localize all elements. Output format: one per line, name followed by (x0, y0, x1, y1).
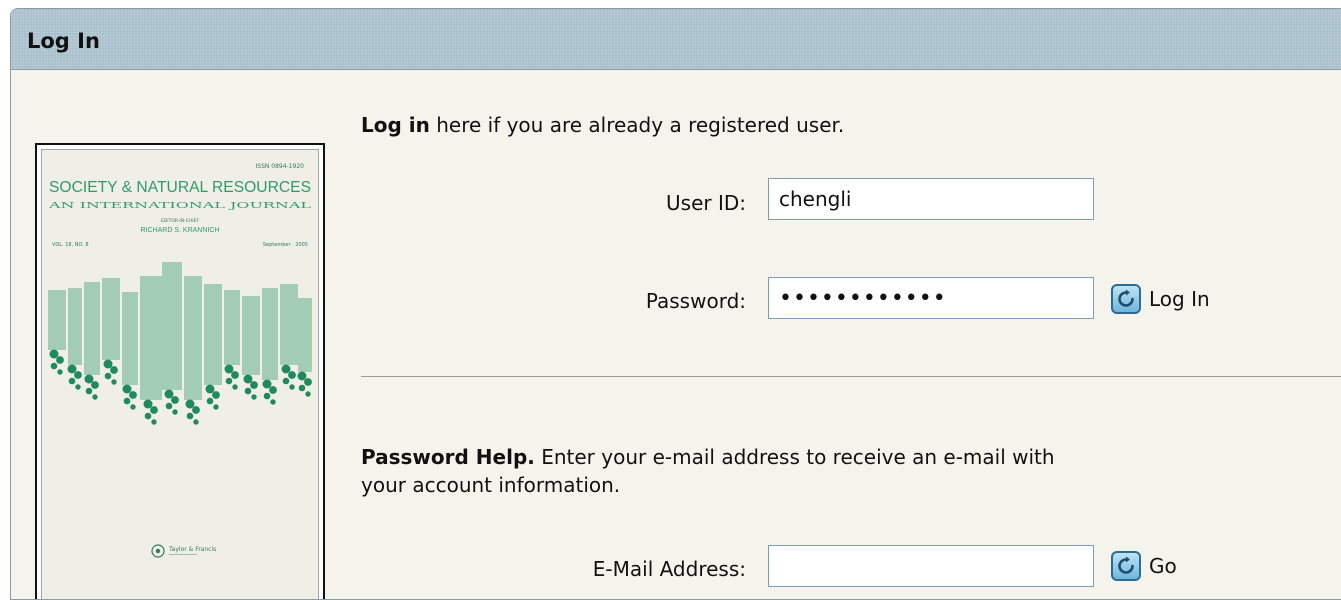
panel-titlebar: Log In (11, 9, 1341, 70)
password-help-text: Enter your e-mail address to receive an … (534, 445, 1055, 469)
cover-editor-name: RICHARD S. KRANNICH (141, 227, 220, 234)
cover-volume: VOL. 18, NO. 8 (52, 242, 89, 248)
cover-issn: ISSN 0894-1920 (256, 163, 305, 170)
password-label: Password: (645, 289, 746, 313)
user-id-label: User ID: (666, 191, 746, 215)
cover-editor-label: EDITOR-IN-CHIEF (161, 218, 200, 224)
journal-cover-image: ISSN 0894-1920 SOCIETY & NATURAL RESOURC… (35, 143, 325, 599)
password-help-line-1: Password Help. Enter your e-mail address… (361, 445, 1055, 469)
panel-title: Log In (27, 29, 100, 53)
email-label: E-Mail Address: (592, 557, 746, 581)
login-button[interactable]: Log In (1111, 284, 1210, 314)
publisher-logo (151, 544, 165, 558)
cover-journal-title: SOCIETY & NATURAL RESOURCES (49, 179, 311, 196)
login-button-label: Log In (1149, 287, 1210, 311)
email-input[interactable] (768, 545, 1094, 587)
cover-publisher: Taylor & Francis (168, 546, 216, 553)
password-help-line-2: your account information. (361, 473, 621, 497)
cover-date: September · 2005 (263, 242, 308, 248)
password-help-bold: Password Help. (361, 445, 535, 469)
user-id-input[interactable] (768, 178, 1094, 220)
refresh-icon (1111, 551, 1141, 581)
section-divider (361, 376, 1341, 377)
password-input[interactable] (768, 277, 1094, 319)
login-intro-bold: Log in (361, 113, 430, 137)
go-button[interactable]: Go (1111, 551, 1177, 581)
journal-cover-artwork: ISSN 0894-1920 SOCIETY & NATURAL RESOURC… (41, 149, 319, 599)
login-panel: Log In ISSN 0894-1920 SOCIETY & NATURAL … (10, 8, 1341, 600)
login-intro-text: here if you are already a registered use… (429, 113, 845, 137)
login-intro: Log in here if you are already a registe… (361, 113, 844, 137)
cover-subtitle: AN INTERNATIONAL JOURNAL (47, 201, 312, 210)
go-button-label: Go (1149, 554, 1177, 578)
cover-bar-artwork (48, 262, 312, 425)
refresh-icon (1111, 284, 1141, 314)
